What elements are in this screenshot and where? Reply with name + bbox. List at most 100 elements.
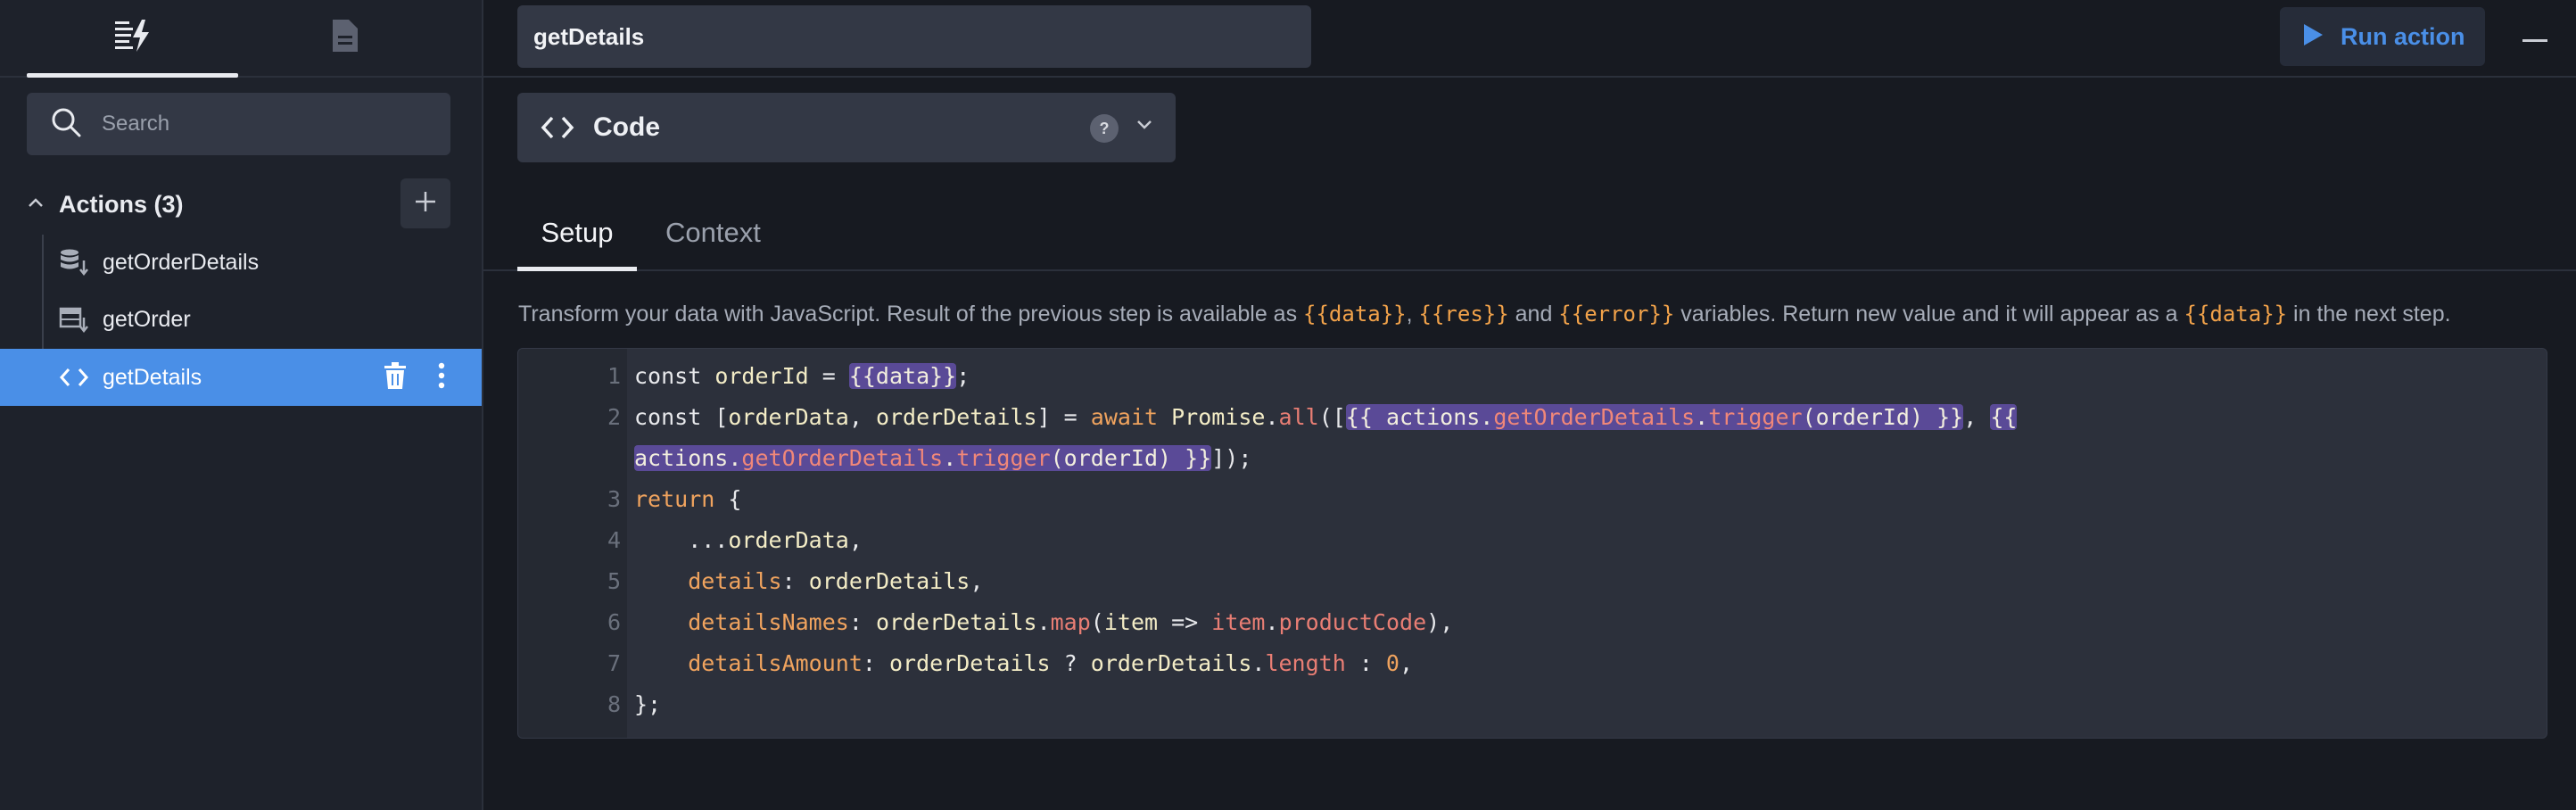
run-action-label: Run action [2341,22,2465,50]
code-token: details [634,568,782,594]
line-number: 4 [607,527,621,553]
code-token: item [1211,609,1266,635]
run-action-button[interactable]: Run action [2280,7,2485,66]
top-bar: Run action [483,0,2576,78]
sidebar-item-label: getOrder [103,306,191,332]
sidebar-item-getdetails[interactable]: getDetails [0,349,482,406]
desc-text: , [1406,302,1419,326]
plus-icon [413,189,438,219]
sidebar-item-getorderdetails[interactable]: getOrderDetails [0,234,482,291]
sidebar-item-label: getOrderDetails [103,249,260,275]
line-number: 6 [607,609,621,635]
code-token: trigger [956,445,1051,471]
code-editor[interactable]: 1 2 3 4 5 6 7 8 const orderId = {{data}}… [517,348,2547,739]
actions-section-title: Actions (3) [59,190,184,218]
code-token: , [848,527,863,553]
table-icon [59,305,89,334]
code-token: 0 [1385,650,1399,676]
code-token: , [970,568,984,594]
code-token: , [1963,404,1991,430]
code-token: const [634,404,715,430]
code-token: all [1278,404,1319,430]
code-token: length [1265,650,1346,676]
search-input[interactable] [102,112,441,136]
code-token: orderDetails [888,650,1051,676]
tab-context[interactable]: Context [656,196,770,269]
code-token: ; [956,363,970,389]
chevron-down-icon [1135,119,1153,136]
line-number: 1 [607,363,621,389]
database-icon [59,248,89,277]
desc-var-error: {{error}} [1558,302,1675,326]
code-token: ), [1426,609,1454,635]
code-token: Promise [1171,404,1266,430]
sidebar-tabs [0,0,482,78]
minimize-button[interactable] [2517,21,2553,57]
code-token: detailsAmount [634,650,863,676]
action-name-input[interactable] [517,5,1311,68]
code-line-1: const orderId = {{data}}; [634,363,970,389]
desc-var-data: {{data}} [1303,302,1407,326]
code-token: [ [714,404,729,430]
actions-section-header[interactable]: Actions (3) [27,178,450,230]
code-token: orderId [714,363,809,389]
code-token: . [943,445,957,471]
code-token: }; [634,691,662,717]
code-token: : [862,650,889,676]
sidebar-item-label: getDetails [103,364,202,390]
line-number: 5 [607,568,621,594]
editor-tabs: Setup Context [483,196,2576,271]
code-token: : [781,568,809,594]
code-token: trigger [1708,404,1803,430]
code-token: { [714,486,742,512]
more-vertical-icon[interactable] [437,361,446,394]
code-token: await [1090,404,1172,430]
sidebar-item-getorder[interactable]: getOrder [0,291,482,348]
tab-actions[interactable] [27,0,238,78]
code-token: ([ [1318,404,1346,430]
template-expression: {{ [1990,404,2018,430]
line-number-gutter: 1 2 3 4 5 6 7 8 [518,349,627,738]
tab-documents[interactable] [238,0,450,76]
code-token: , [1399,650,1414,676]
code-line-7: detailsAmount: orderDetails ? orderDetai… [634,650,1413,676]
code-token: ... [634,527,729,553]
code-token: const [634,363,715,389]
code-token: productCode [1278,609,1427,635]
desc-text: Transform your data with JavaScript. Res… [518,302,1304,326]
line-number: 7 [607,650,621,676]
code-token: : [1345,650,1386,676]
code-line-8: }; [634,691,661,717]
help-icon[interactable]: ? [1090,114,1119,143]
code-token: orderData [728,527,849,553]
chevron-up-icon[interactable] [27,196,45,213]
code-token: , [848,404,876,430]
template-expression: {{ actions.getOrderDetails.trigger(order… [1345,404,1964,430]
code-token: ]); [1211,445,1252,471]
code-token: . [1036,609,1051,635]
line-number: 8 [607,691,621,717]
code-token: orderDetails [875,404,1037,430]
code-line-2: const [orderData, orderDetails] = await … [634,404,2018,430]
desc-var-data: {{data}} [2184,302,2288,326]
code-line-3: return { [634,486,741,512]
trash-icon[interactable] [382,361,409,394]
code-line-2-wrap: actions.getOrderDetails.trigger(orderId)… [634,445,1251,471]
document-icon [329,18,359,58]
template-expression: actions.getOrderDetails.trigger(orderId)… [634,445,1212,471]
tab-setup[interactable]: Setup [517,196,637,271]
add-action-button[interactable] [400,178,450,228]
item-actions [382,349,446,406]
code-token: . [1265,609,1279,635]
minus-icon [2522,31,2547,47]
tab-label: Context [665,217,761,248]
code-token: orderDetails [875,609,1037,635]
code-token: map [1050,609,1091,635]
code-token: . [1265,404,1279,430]
code-icon [59,367,89,388]
code-token: (orderId) }} [1050,445,1212,471]
actions-list-icon [113,18,153,58]
action-type-select[interactable]: Code ? [517,93,1176,162]
code-token: return [634,486,715,512]
search-box [27,93,450,155]
